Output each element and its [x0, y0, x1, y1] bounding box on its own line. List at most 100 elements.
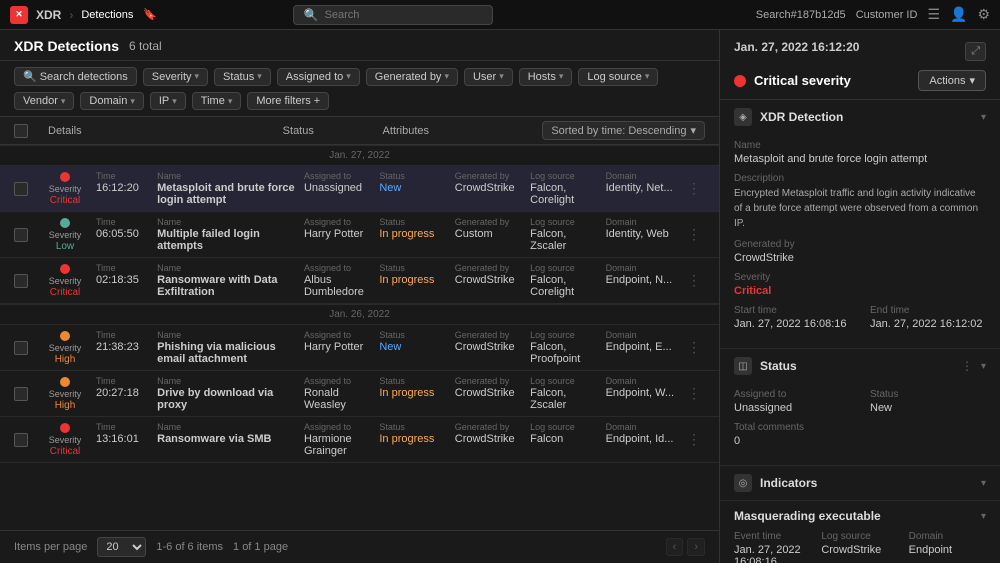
- status-col: Status New: [379, 171, 450, 206]
- comments-value: 0: [734, 435, 986, 447]
- domain-col: Domain Endpoint, N...: [606, 263, 677, 298]
- name-col: Name Ransomware with Data Exfiltration: [157, 263, 300, 298]
- domain-filter[interactable]: Domain ▾: [80, 92, 143, 110]
- generated-col: Generated by CrowdStrike: [455, 171, 526, 206]
- next-page-button[interactable]: ›: [687, 538, 705, 556]
- page-info: 1 of 1 page: [233, 541, 288, 553]
- row-checkbox[interactable]: [14, 387, 34, 401]
- generated-by-filter[interactable]: Generated by ▾: [366, 68, 458, 86]
- masquerade-header[interactable]: Masquerading executable ▾: [720, 501, 1000, 531]
- assigned-col: Assigned to Harry Potter: [304, 217, 375, 252]
- status-section-header[interactable]: ◫ Status ⋮ ▾: [720, 349, 1000, 383]
- assigned-col: Assigned to Albus Dumbledore: [304, 263, 375, 298]
- expand-panel-btn[interactable]: ⤢: [965, 42, 986, 61]
- search-detections-btn[interactable]: 🔍 Search detections: [14, 67, 137, 86]
- indicators-section-header[interactable]: ◎ Indicators ▾: [720, 466, 1000, 500]
- vendor-filter[interactable]: Vendor ▾: [14, 92, 74, 110]
- masquerade-section: Masquerading executable ▾ Event time Jan…: [720, 501, 1000, 563]
- severity-filter[interactable]: Severity ▾: [143, 68, 208, 86]
- generated-col: Generated by CrowdStrike: [455, 376, 526, 411]
- xdr-section-header[interactable]: ◈ XDR Detection ▾: [720, 100, 1000, 134]
- hosts-filter[interactable]: Hosts ▾: [519, 68, 573, 86]
- section-menu-icon[interactable]: ⋮: [961, 359, 973, 373]
- col-status-header: Status: [283, 125, 373, 137]
- menu-icon[interactable]: ☰: [927, 6, 940, 23]
- actions-button[interactable]: Actions ▾: [918, 70, 986, 91]
- row-menu-icon[interactable]: ⋮: [683, 385, 705, 402]
- status-col: Status In progress: [379, 376, 450, 411]
- row-menu-icon[interactable]: ⋮: [683, 226, 705, 243]
- detection-name-value: Metasploit and brute force login attempt: [734, 153, 986, 165]
- sort-button[interactable]: Sorted by time: Descending ▾: [542, 121, 705, 140]
- assigned-status-row: Assigned to Unassigned Status New: [734, 389, 986, 414]
- name-col: Name Multiple failed login attempts: [157, 217, 300, 252]
- more-filters-btn[interactable]: More filters +: [247, 92, 329, 110]
- table-row[interactable]: Severity Critical Time 13:16:01 Name Ran…: [0, 417, 719, 463]
- status-filter[interactable]: Status ▾: [214, 68, 271, 86]
- severity-badge: Severity Critical: [40, 264, 90, 298]
- row-menu-icon[interactable]: ⋮: [683, 180, 705, 197]
- masq-log-source-field: Log source CrowdStrike: [821, 531, 898, 563]
- start-time-value: Jan. 27, 2022 16:08:16: [734, 318, 850, 330]
- status-section-title: Status: [760, 359, 953, 373]
- row-menu-icon[interactable]: ⋮: [683, 431, 705, 448]
- time-filter[interactable]: Time ▾: [192, 92, 242, 110]
- masq-domain-field: Domain Endpoint: [909, 531, 986, 563]
- log-source-col: Log source Falcon, Corelight: [530, 263, 601, 298]
- status-value: New: [870, 402, 986, 414]
- prev-page-button[interactable]: ‹: [666, 538, 684, 556]
- chevron-icon: ▾: [257, 71, 262, 82]
- table-row[interactable]: Severity High Time 21:38:23 Name Phishin…: [0, 325, 719, 371]
- table-row[interactable]: Severity High Time 20:27:18 Name Drive b…: [0, 371, 719, 417]
- detection-description-field: Description Encrypted Metasploit traffic…: [734, 173, 986, 231]
- page-header: XDR Detections 6 total: [0, 30, 719, 61]
- table-row[interactable]: Severity Critical Time 16:12:20 Name Met…: [0, 166, 719, 212]
- time-col: Time 21:38:23: [96, 330, 153, 365]
- row-content: Time 06:05:50 Name Multiple failed login…: [96, 217, 677, 252]
- row-checkbox[interactable]: [14, 182, 34, 196]
- table-row[interactable]: Severity Low Time 06:05:50 Name Multiple…: [0, 212, 719, 258]
- page-size-select[interactable]: 20 50 100: [97, 537, 146, 557]
- search-input[interactable]: [325, 9, 465, 21]
- header-checkbox[interactable]: [14, 124, 38, 138]
- chevron-icon: ▾: [981, 478, 986, 489]
- bookmark-icon[interactable]: 🔖: [143, 8, 157, 21]
- chevron-icon: ▾: [499, 71, 504, 82]
- log-source-col: Log source Falcon, Proofpoint: [530, 330, 601, 365]
- row-checkbox[interactable]: [14, 274, 34, 288]
- global-search[interactable]: 🔍: [293, 5, 493, 25]
- user-icon[interactable]: 👤: [950, 6, 967, 23]
- user-info: Search#187b12d5: [756, 9, 846, 21]
- comments-field: Total comments 0: [734, 422, 986, 447]
- chevron-icon: ▾: [559, 71, 564, 82]
- assigned-to-filter[interactable]: Assigned to ▾: [277, 68, 360, 86]
- assigned-col: Assigned to Ronald Weasley: [304, 376, 375, 411]
- filters-bar: 🔍 Search detections Severity ▾ Status ▾ …: [0, 61, 719, 117]
- row-menu-icon[interactable]: ⋮: [683, 339, 705, 356]
- log-source-filter[interactable]: Log source ▾: [578, 68, 658, 86]
- user-filter[interactable]: User ▾: [464, 68, 513, 86]
- chevron-down-icon: ▾: [969, 74, 975, 87]
- chevron-icon: ▾: [172, 96, 177, 107]
- severity-value: Critical: [734, 285, 986, 297]
- time-col: Time 06:05:50: [96, 217, 153, 252]
- generated-col: Generated by CrowdStrike: [455, 422, 526, 457]
- xdr-section-content: Name Metasploit and brute force login at…: [720, 134, 1000, 348]
- log-source-col: Log source Falcon, Zscaler: [530, 376, 601, 411]
- row-checkbox[interactable]: [14, 341, 34, 355]
- row-menu-icon[interactable]: ⋮: [683, 272, 705, 289]
- table-row[interactable]: Severity Critical Time 02:18:35 Name Ran…: [0, 258, 719, 304]
- log-source-col: Log source Falcon, Zscaler: [530, 217, 601, 252]
- generated-by-field: Generated by CrowdStrike: [734, 239, 986, 264]
- settings-icon[interactable]: ⚙: [977, 6, 990, 23]
- masq-domain-value: Endpoint: [909, 544, 986, 556]
- breadcrumb-detections[interactable]: Detections: [81, 9, 133, 21]
- assigned-col: Assigned to Harmione Grainger: [304, 422, 375, 457]
- status-col: Status New: [379, 330, 450, 365]
- ip-filter[interactable]: IP ▾: [150, 92, 186, 110]
- row-checkbox[interactable]: [14, 228, 34, 242]
- row-checkbox[interactable]: [14, 433, 34, 447]
- detail-header: Jan. 27, 2022 16:12:20 ⤢ Critical severi…: [720, 30, 1000, 100]
- event-time-value: Jan. 27, 2022 16:08:16: [734, 544, 811, 563]
- chevron-down-icon: ▾: [690, 124, 696, 137]
